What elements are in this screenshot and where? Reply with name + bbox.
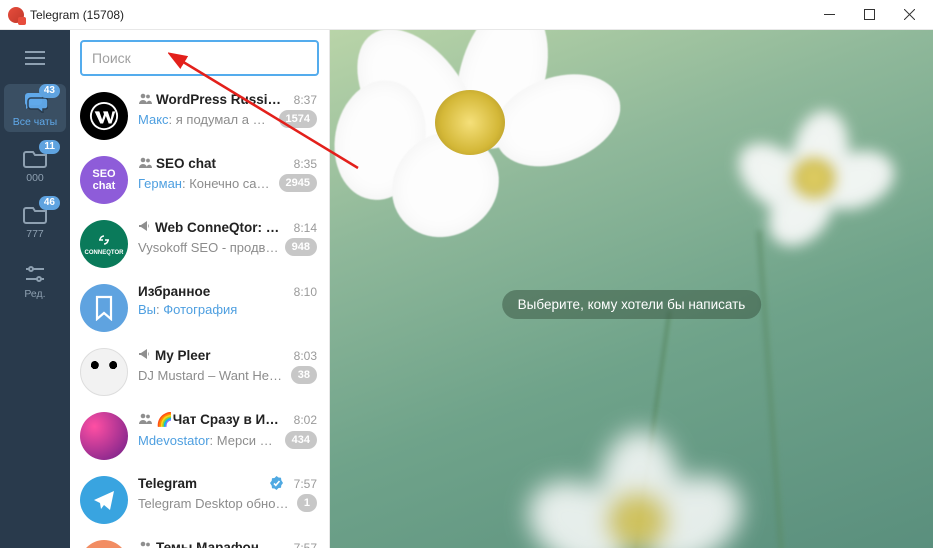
folder-badge: 43 [39, 84, 60, 98]
chat-preview: DJ Mustard – Want Her (… [138, 368, 285, 383]
chat-name: Избранное [138, 284, 284, 299]
chat-name: SEO chat [156, 156, 284, 171]
folder-label: 000 [26, 172, 44, 184]
channel-icon [138, 348, 151, 363]
chat-time: 7:57 [294, 477, 317, 491]
unread-badge: 38 [291, 366, 317, 384]
folder-badge: 11 [39, 140, 60, 154]
folder-badge: 46 [39, 196, 60, 210]
chat-preview: Герман: Конечно са… [138, 176, 273, 191]
chat-sender: Герман [138, 176, 182, 191]
folder-777[interactable]: 46 777 [4, 196, 66, 244]
app-icon [8, 7, 24, 23]
menu-button[interactable] [15, 40, 55, 76]
chat-time: 8:02 [294, 413, 317, 427]
chat-item[interactable]: My Pleer 8:03 DJ Mustard – Want Her (… 38 [70, 340, 329, 404]
chat-name: Темы Марафон и … [156, 540, 284, 548]
unread-badge: 948 [285, 238, 317, 256]
chat-name: WordPress Russian… [156, 92, 284, 107]
search-input[interactable] [80, 40, 319, 76]
folder-000[interactable]: 11 000 [4, 140, 66, 188]
chat-time: 8:37 [294, 93, 317, 107]
window-minimize-button[interactable] [809, 0, 849, 30]
folder-label: 777 [26, 228, 44, 240]
unread-badge: 1574 [279, 110, 317, 128]
folder-edit[interactable]: Ред. [4, 256, 66, 304]
verified-icon [269, 476, 284, 491]
chat-item[interactable]: 🌈Чат Сразу в Ин… 8:02 Mdevostator: Мерси б… [70, 404, 329, 468]
chat-item[interactable]: WordPress Russian… 8:37 Макс: я подумал а … [70, 84, 329, 148]
chat-preview: Vysokoff SEO - продви… [138, 240, 279, 255]
chat-time: 8:10 [294, 285, 317, 299]
empty-chat-prompt: Выберите, кому хотели бы написать [502, 290, 762, 319]
group-icon [138, 413, 152, 427]
chat-preview: Макс: я подумал а ес… [138, 112, 273, 127]
chat-sender: Mdevostator [138, 433, 210, 448]
unread-badge: 2945 [279, 174, 317, 192]
chat-preview: Mdevostator: Мерси б… [138, 433, 279, 448]
group-icon [138, 157, 152, 171]
folders-rail: 43 Все чаты 11 000 46 777 Ред. [0, 30, 70, 548]
folder-all-chats[interactable]: 43 Все чаты [4, 84, 66, 132]
group-icon [138, 541, 152, 548]
chat-time: 8:14 [294, 221, 317, 235]
chat-item[interactable]: CONNEQTOR Web ConneQtor: А… 8:14 Vysokoff S… [70, 212, 329, 276]
chat-time: 8:03 [294, 349, 317, 363]
chat-preview: Вы: Фотография [138, 302, 317, 317]
avatar [80, 92, 128, 140]
chat-name: Web ConneQtor: А… [155, 220, 284, 235]
avatar: CONNEQTOR [80, 220, 128, 268]
chat-item[interactable]: ТР Темы Марафон и … 7:57 [70, 532, 329, 548]
avatar [80, 348, 128, 396]
chat-item[interactable]: Избранное 8:10 Вы: Фотография [70, 276, 329, 340]
chat-list-panel: WordPress Russian… 8:37 Макс: я подумал а … [70, 30, 330, 548]
sliders-icon [21, 262, 49, 286]
chat-item[interactable]: Telegram 7:57Telegram Desktop обно… 1 [70, 468, 329, 532]
folder-label: Все чаты [13, 116, 57, 128]
chat-time: 7:57 [294, 541, 317, 548]
chat-name: My Pleer [155, 348, 284, 363]
chat-item[interactable]: SEOchat SEO chat 8:35 Герман: Конечно са… 29… [70, 148, 329, 212]
window-close-button[interactable] [889, 0, 929, 30]
chat-sender: Вы [138, 302, 156, 317]
chat-sender: Макс [138, 112, 169, 127]
main-chat-area: Выберите, кому хотели бы написать [330, 30, 933, 548]
avatar [80, 284, 128, 332]
avatar [80, 476, 128, 524]
channel-icon [138, 220, 151, 235]
group-icon [138, 93, 152, 107]
chat-time: 8:35 [294, 157, 317, 171]
window-titlebar: Telegram (15708) [0, 0, 933, 30]
avatar [80, 412, 128, 460]
folder-label: Ред. [24, 288, 45, 300]
window-maximize-button[interactable] [849, 0, 889, 30]
chat-name: 🌈Чат Сразу в Ин… [156, 412, 284, 428]
avatar: ТР [80, 540, 128, 548]
unread-badge: 434 [285, 431, 317, 449]
chat-preview: Telegram Desktop обно… [138, 496, 291, 511]
window-title: Telegram (15708) [30, 8, 124, 22]
unread-badge: 1 [297, 494, 317, 512]
avatar: SEOchat [80, 156, 128, 204]
chat-name: Telegram [138, 476, 265, 491]
